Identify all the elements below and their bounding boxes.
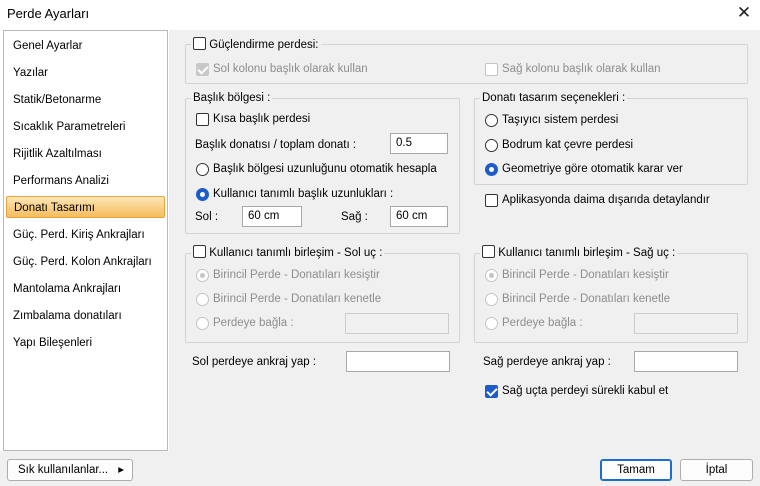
gucl-checkbox[interactable] <box>193 37 206 50</box>
ratio-label: Başlık donatısı / toplam donatı : <box>195 139 357 151</box>
left-col-label: Sol kolonu başlık olarak kullan <box>213 63 368 75</box>
sidebar-item-mantolama[interactable]: Mantolama Ankrajları <box>6 278 165 300</box>
right-anchor-input[interactable] <box>634 351 738 372</box>
sol-uc-bagla-radio[interactable] <box>196 317 209 330</box>
sol-uc-kesistir-label: Birincil Perde - Donatıları kesiştir <box>213 269 380 281</box>
design-option-tasiyici-radio[interactable] <box>485 114 498 127</box>
sol-uc-kenetle-label: Birincil Perde - Donatıları kenetle <box>213 293 382 305</box>
short-flange-label: Kısa başlık perdesi <box>213 113 311 125</box>
sol-uc-kenetle-radio[interactable] <box>196 293 209 306</box>
gucl-label: Güçlendirme perdesi: <box>209 39 319 51</box>
sag-uc-bagla-radio[interactable] <box>485 317 498 330</box>
right-length-label: Sağ : <box>341 211 368 223</box>
window-title: Perde Ayarları <box>7 6 90 21</box>
design-option-bodrum-label: Bodrum kat çevre perdesi <box>502 139 634 151</box>
design-option-bodrum-radio[interactable] <box>485 139 498 152</box>
sidebar-item-zimbalama[interactable]: Zımbalama donatıları <box>6 305 165 327</box>
sol-uc-legend: Kullanıcı tanımlı birleşim - Sol uç : <box>191 245 385 259</box>
sidebar: Genel Ayarlar Yazılar Statik/Betonarme S… <box>3 30 168 451</box>
left-length-input[interactable]: 60 cm <box>242 206 302 227</box>
close-icon[interactable]: ✕ <box>734 3 754 23</box>
favorites-label: Sık kullanılanlar... <box>18 464 109 476</box>
short-flange-checkbox[interactable] <box>196 113 209 126</box>
design-option-auto-radio[interactable] <box>485 163 498 176</box>
sidebar-item-genel-ayarlar[interactable]: Genel Ayarlar <box>6 35 165 57</box>
sidebar-item-donati-tasarimi[interactable]: Donatı Tasarımı <box>6 196 165 218</box>
user-length-radio[interactable] <box>196 188 209 201</box>
design-option-tasiyici-label: Taşıyıcı sistem perdesi <box>502 114 619 126</box>
sol-uc-bagla-label: Perdeye bağla : <box>213 317 294 329</box>
sidebar-item-sicaklik[interactable]: Sıcaklık Parametreleri <box>6 116 165 138</box>
sidebar-item-rijitlik[interactable]: Rijitlik Azaltılması <box>6 143 165 165</box>
gucl-legend: Güçlendirme perdesi: <box>191 37 321 51</box>
left-anchor-input[interactable] <box>346 351 450 372</box>
title-bar: Perde Ayarları ✕ <box>0 0 760 28</box>
favorites-button[interactable]: Sık kullanılanlar... ▸ <box>7 459 133 481</box>
baslik-legend: Başlık bölgesi : <box>191 92 273 104</box>
auto-length-radio[interactable] <box>196 163 209 176</box>
left-anchor-label: Sol perdeye ankraj yap : <box>192 356 317 368</box>
sidebar-item-kiris-ankrajlari[interactable]: Güç. Perd. Kiriş Ankrajları <box>6 224 165 246</box>
user-length-label: Kullanıcı tanımlı başlık uzunlukları : <box>213 188 394 200</box>
sag-uc-kenetle-radio[interactable] <box>485 293 498 306</box>
settings-panel: Güçlendirme perdesi: Sol kolonu başlık o… <box>169 30 760 451</box>
sidebar-item-yazilar[interactable]: Yazılar <box>6 62 165 84</box>
ok-button[interactable]: Tamam <box>600 459 672 481</box>
sidebar-item-performans[interactable]: Performans Analizi <box>6 170 165 192</box>
left-length-label: Sol : <box>195 211 219 223</box>
right-col-label: Sağ kolonu başlık olarak kullan <box>502 63 661 75</box>
sag-uc-bagla-label: Perdeye bağla : <box>502 317 583 329</box>
sidebar-item-kolon-ankrajlari[interactable]: Güç. Perd. Kolon Ankrajları <box>6 251 165 273</box>
sol-uc-checkbox[interactable] <box>193 245 206 258</box>
sag-uc-kesistir-radio[interactable] <box>485 269 498 282</box>
sag-uc-wall-input[interactable] <box>634 313 738 334</box>
continuous-wall-label: Sağ uçta perdeyi sürekli kabul et <box>502 385 669 397</box>
auto-length-label: Başlık bölgesi uzunluğunu otomatik hesap… <box>213 163 437 175</box>
right-anchor-label: Sağ perdeye ankraj yap : <box>483 356 611 368</box>
donati-legend: Donatı tasarım seçenekleri : <box>480 92 628 104</box>
continuous-wall-checkbox[interactable] <box>485 385 498 398</box>
ratio-input[interactable]: 0.5 <box>390 133 448 154</box>
sidebar-item-yapi-bilesenleri[interactable]: Yapı Bileşenleri <box>6 332 165 354</box>
sol-uc-kesistir-radio[interactable] <box>196 269 209 282</box>
app-detail-checkbox[interactable] <box>485 194 498 207</box>
sol-uc-label: Kullanıcı tanımlı birleşim - Sol uç : <box>209 247 383 259</box>
sag-uc-legend: Kullanıcı tanımlı birleşim - Sağ uç : <box>480 245 678 259</box>
right-length-input[interactable]: 60 cm <box>390 206 448 227</box>
sol-uc-wall-input[interactable] <box>345 313 449 334</box>
sidebar-item-statik-betonarme[interactable]: Statik/Betonarme <box>6 89 165 111</box>
footer-bar: Sık kullanılanlar... ▸ Tamam İptal <box>0 451 760 486</box>
design-option-auto-label: Geometriye göre otomatik karar ver <box>502 163 683 175</box>
chevron-right-icon: ▸ <box>118 464 124 476</box>
cancel-button[interactable]: İptal <box>680 459 753 481</box>
sag-uc-label: Kullanıcı tanımlı birleşim - Sağ uç : <box>498 247 676 259</box>
sag-uc-kenetle-label: Birincil Perde - Donatıları kenetle <box>502 293 671 305</box>
left-col-checkbox[interactable] <box>196 63 209 76</box>
sag-uc-checkbox[interactable] <box>482 245 495 258</box>
right-col-checkbox[interactable] <box>485 63 498 76</box>
sag-uc-kesistir-label: Birincil Perde - Donatıları kesiştir <box>502 269 669 281</box>
app-detail-label: Aplikasyonda daima dışarıda detaylandır <box>502 194 710 206</box>
